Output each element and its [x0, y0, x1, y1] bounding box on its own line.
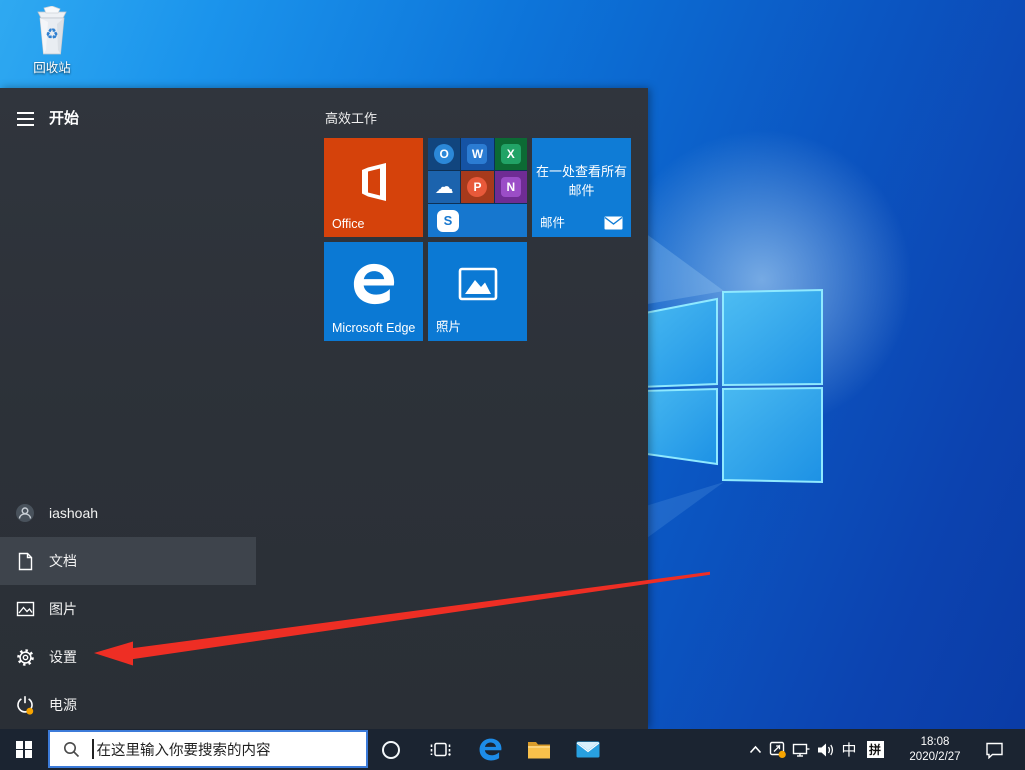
edge-taskbar-button[interactable]: [476, 729, 504, 770]
tile-photos-label: 照片: [436, 320, 462, 334]
tile-microsoft-edge[interactable]: Microsoft Edge: [324, 242, 423, 341]
documents-label: 文档: [49, 553, 77, 569]
office-suite-grid: O W X ☁ P N S: [428, 138, 527, 237]
documents-item[interactable]: 文档: [0, 537, 256, 585]
logo-pane-bottom-right: [722, 386, 823, 484]
photos-icon: [458, 267, 497, 300]
tile-group-title: 高效工作: [325, 111, 378, 126]
action-center-icon: [985, 742, 1003, 759]
word-icon[interactable]: W: [461, 138, 494, 170]
desktop: ♻ 回收站 开始 高效工作 Office O W X ☁ P N S 在一处查看…: [0, 0, 1025, 770]
user-account-label: iashoah: [49, 505, 99, 521]
wallpaper-glow: [612, 130, 912, 430]
start-menu-header: 开始: [0, 88, 256, 136]
recycle-bin-shortcut[interactable]: ♻ 回收站: [14, 6, 90, 76]
powerpoint-icon[interactable]: P: [461, 171, 494, 203]
ime-language-indicator[interactable]: 中: [838, 729, 860, 770]
speaker-icon[interactable]: [814, 729, 838, 770]
pictures-item[interactable]: 图片: [0, 585, 256, 633]
start-button[interactable]: [0, 729, 48, 770]
recycle-symbol-icon: ♻: [45, 26, 58, 43]
windows-logo-icon: [15, 741, 33, 758]
tile-edge-label: Microsoft Edge: [332, 321, 416, 335]
taskbar-clock[interactable]: 18:08 2020/2/27: [893, 729, 977, 770]
start-menu: 开始 高效工作 Office O W X ☁ P N S 在一处查看所有 邮件 …: [0, 88, 648, 729]
excel-icon[interactable]: X: [494, 138, 527, 170]
text-caret: [92, 739, 94, 759]
ime-mode-indicator[interactable]: 拼: [863, 729, 887, 770]
tile-office-suite[interactable]: O W X ☁ P N S: [428, 138, 527, 237]
file-explorer-button[interactable]: [525, 729, 553, 770]
ime-mode-box: 拼: [866, 741, 884, 758]
tray-alert-badge: [778, 750, 786, 758]
user-avatar-icon: [15, 503, 35, 523]
search-placeholder-text: 在这里输入你要搜索的内容: [96, 742, 271, 759]
tile-mail[interactable]: 在一处查看所有 邮件 邮件: [532, 138, 631, 237]
cortana-button[interactable]: [378, 729, 404, 770]
skype-icon[interactable]: S: [428, 204, 527, 237]
envelope-icon: [604, 216, 623, 230]
power-item[interactable]: 电源: [0, 681, 256, 729]
mail-taskbar-button[interactable]: [574, 729, 602, 770]
start-menu-title: 开始: [49, 110, 80, 127]
onenote-icon[interactable]: N: [494, 171, 527, 203]
logo-pane-top-left: [639, 297, 718, 389]
edge-icon: [479, 738, 501, 761]
pictures-icon: [15, 599, 35, 619]
clock-date: 2020/2/27: [909, 750, 961, 763]
search-icon: [64, 741, 80, 757]
hamburger-menu-icon[interactable]: [13, 102, 53, 136]
cortana-ring-icon: [382, 740, 400, 759]
outlook-icon[interactable]: O: [428, 138, 461, 170]
settings-label: 设置: [49, 649, 77, 665]
recycle-bin-label: 回收站: [33, 61, 71, 75]
power-icon: [15, 695, 35, 715]
taskbar: 在这里输入你要搜索的内容 中 拼 18:08 2020/2/27: [0, 729, 1025, 770]
tile-office-label: Office: [332, 217, 365, 231]
settings-item[interactable]: 设置: [0, 633, 256, 681]
tray-sync-badge-icon[interactable]: [767, 729, 789, 770]
mail-icon: [576, 741, 600, 758]
task-view-icon: [430, 742, 451, 757]
network-icon[interactable]: [790, 729, 813, 770]
power-update-badge: [26, 707, 34, 715]
action-center-button[interactable]: [980, 729, 1008, 770]
start-menu-left-rail: iashoah 文档 图片 设置 电源: [0, 489, 256, 729]
onedrive-icon[interactable]: ☁: [428, 171, 461, 203]
task-view-button[interactable]: [427, 729, 453, 770]
recycle-bin-icon: ♻: [37, 6, 67, 55]
folder-icon: [528, 742, 550, 759]
tile-photos[interactable]: 照片: [428, 242, 527, 341]
gear-icon: [15, 647, 35, 667]
office-logo-icon: [361, 162, 386, 201]
clock-time: 18:08: [920, 736, 950, 748]
search-input[interactable]: 在这里输入你要搜索的内容: [48, 730, 368, 768]
logo-pane-top-right: [722, 288, 823, 387]
logo-pane-bottom-left: [639, 387, 718, 466]
tray-expand-chevron-icon[interactable]: [746, 729, 764, 770]
edge-logo-icon: [353, 263, 394, 304]
tile-mail-label: 邮件: [540, 216, 566, 230]
pictures-label: 图片: [49, 601, 77, 617]
user-account-item[interactable]: iashoah: [0, 489, 256, 537]
power-label: 电源: [49, 697, 77, 713]
tile-office[interactable]: Office: [324, 138, 423, 237]
mail-tile-message: 在一处查看所有 邮件: [535, 164, 627, 198]
document-icon: [15, 551, 35, 571]
